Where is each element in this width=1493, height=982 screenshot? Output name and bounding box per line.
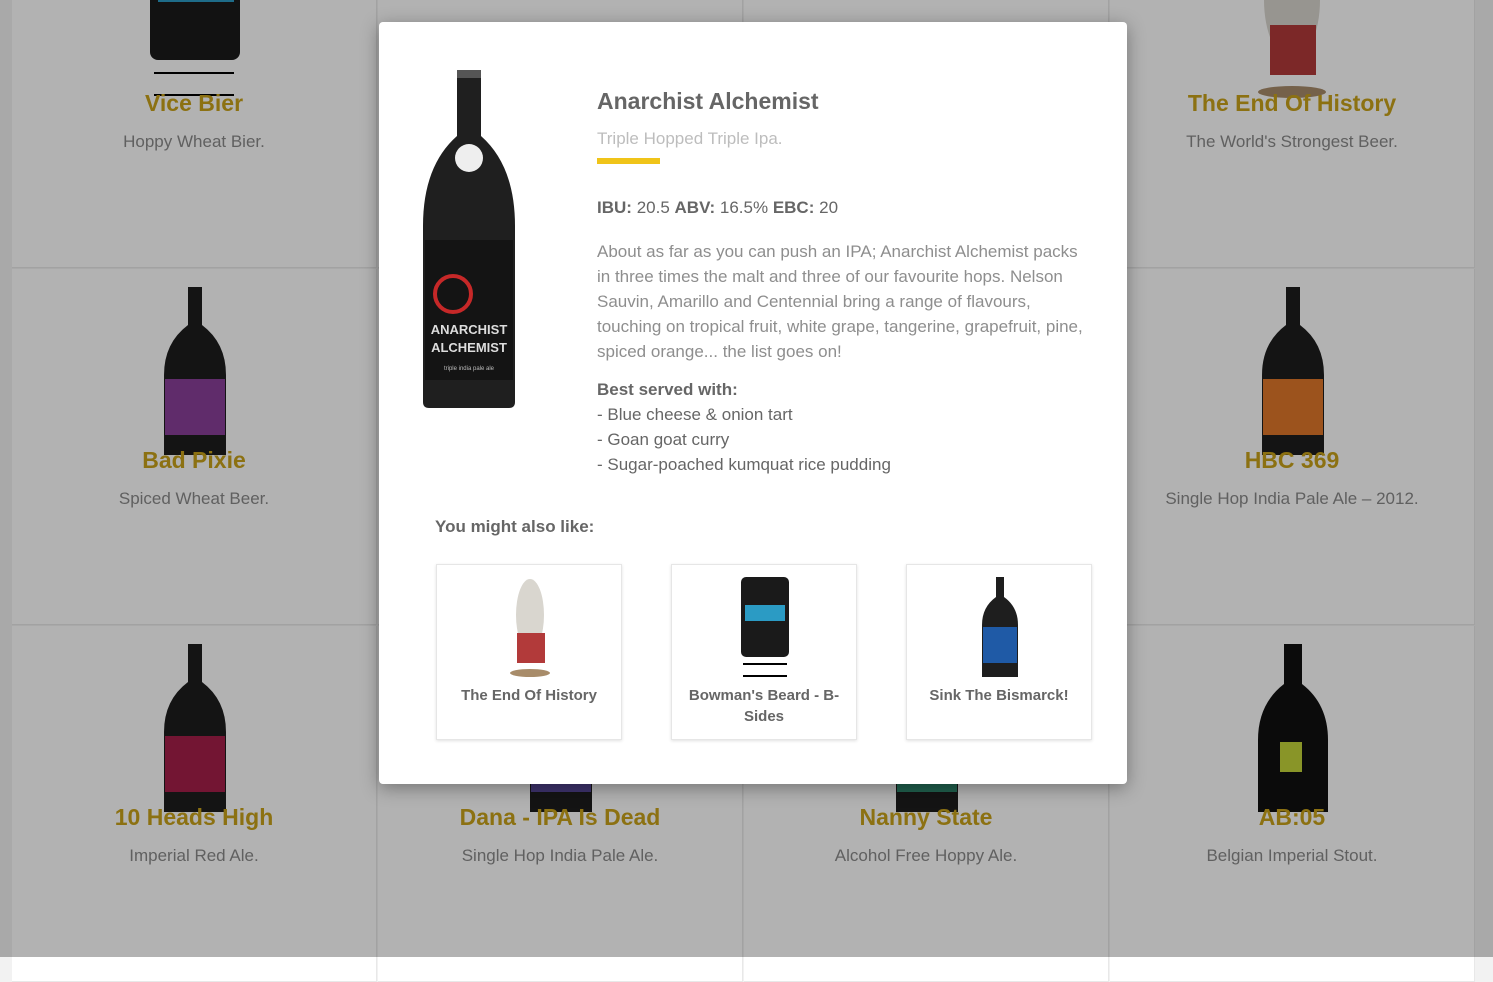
suggestion-card[interactable]: The End Of History [436, 564, 622, 740]
keg-thumb [741, 577, 789, 677]
bottle-label-sub: triple india pale ale [444, 366, 495, 372]
bottle-thumb [982, 577, 1018, 677]
ibu-value: 20.5 [636, 198, 670, 217]
suggestion-name: Sink The Bismarck! [929, 687, 1069, 704]
suggestion-card[interactable]: Sink The Bismarck! [906, 564, 1092, 740]
main-bottle-image: ANARCHIST ALCHEMIST triple india pale al… [423, 70, 515, 408]
suggestion-name: The End Of History [461, 687, 597, 704]
modal-title: Anarchist Alchemist [597, 88, 819, 114]
abv-label: ABV: [674, 198, 716, 217]
modal-tagline: Triple Hopped Triple Ipa. [597, 129, 783, 148]
bottle-label-line2: ALCHEMIST [431, 340, 507, 355]
ibu-label: IBU: [597, 198, 632, 217]
food-pairing: Best served with: - Blue cheese & onion … [597, 377, 891, 477]
suggestion-name: Bowman's Beard - B-Sides [688, 687, 840, 725]
ebc-value: 20 [819, 198, 839, 217]
accent-bar [597, 158, 660, 164]
beer-detail-modal: ANARCHIST ALCHEMIST triple india pale al… [379, 22, 1127, 784]
squirrel-bottle-thumb [510, 579, 550, 677]
pairing-item: - Blue cheese & onion tart [597, 405, 793, 424]
suggestion-card[interactable]: Bowman's Beard - B-Sides [671, 564, 857, 740]
also-like-heading: You might also like: [435, 517, 595, 536]
pairing-item: - Goan goat curry [597, 430, 730, 449]
beer-description: About as far as you can push an IPA; Ana… [597, 242, 1083, 361]
bottle-label-line1: ANARCHIST [431, 322, 508, 337]
abv-value: 16.5% [719, 198, 769, 217]
pairing-item: - Sugar-poached kumquat rice pudding [597, 455, 891, 474]
ebc-label: EBC: [772, 198, 815, 217]
pairing-label: Best served with: [597, 380, 738, 399]
beer-stats: IBU: 20.5 ABV: 16.5% EBC: 20 [597, 198, 838, 218]
